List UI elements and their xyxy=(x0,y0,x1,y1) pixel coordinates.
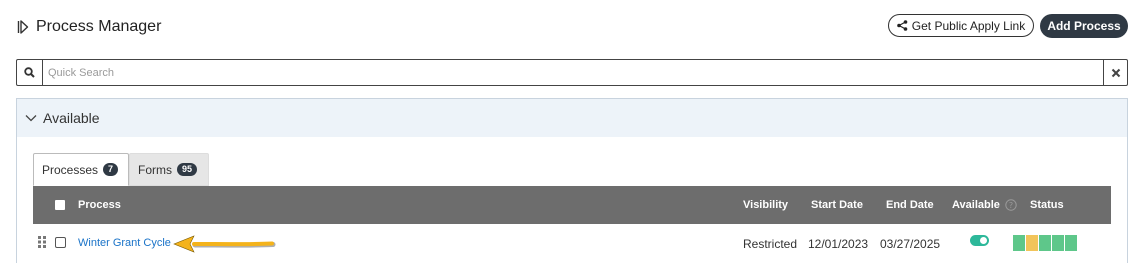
available-panel-title: Available xyxy=(43,110,100,126)
column-header-available[interactable]: Available xyxy=(952,199,1000,211)
row-checkbox[interactable] xyxy=(55,237,66,248)
share-icon xyxy=(896,20,908,31)
column-header-start-date[interactable]: Start Date xyxy=(811,199,863,211)
start-date-value: 12/01/2023 xyxy=(808,237,869,251)
status-segment xyxy=(1026,235,1038,251)
tab-processes[interactable]: Processes 7 xyxy=(33,153,129,186)
forms-count-badge: 95 xyxy=(177,163,198,176)
status-segment xyxy=(1052,235,1064,251)
clear-search-button[interactable] xyxy=(1103,60,1127,85)
search-icon xyxy=(24,67,35,78)
close-icon xyxy=(1111,68,1120,77)
svg-text:?: ? xyxy=(1009,201,1013,210)
page-header: Process Manager Get Public Apply Link Ad… xyxy=(0,0,1140,58)
column-header-end-date[interactable]: End Date xyxy=(886,199,934,211)
get-public-apply-link-label: Get Public Apply Link xyxy=(911,18,1026,33)
process-tabs: Processes 7 Forms 95 xyxy=(33,153,209,186)
quick-search-bar xyxy=(16,59,1128,86)
processes-count-badge: 7 xyxy=(103,163,119,176)
end-date-value: 03/27/2025 xyxy=(880,237,941,251)
quick-search-input[interactable] xyxy=(43,60,1103,85)
search-button[interactable] xyxy=(17,60,43,85)
column-header-status[interactable]: Status xyxy=(1030,199,1064,211)
select-all-checkbox[interactable] xyxy=(55,200,65,210)
status-segment xyxy=(1065,235,1077,251)
table-header: Process Visibility Start Date End Date A… xyxy=(33,186,1111,224)
process-name-link[interactable]: Winter Grant Cycle xyxy=(78,237,171,249)
page-title: Process Manager xyxy=(36,18,162,35)
pointer-arrow-icon xyxy=(173,235,276,253)
tab-forms[interactable]: Forms 95 xyxy=(129,153,209,186)
status-segment xyxy=(1039,235,1051,251)
drag-handle-icon[interactable] xyxy=(38,236,46,248)
visibility-value: Restricted xyxy=(743,237,798,251)
add-process-button[interactable]: Add Process xyxy=(1040,14,1128,38)
status-segment xyxy=(1013,235,1025,251)
status-bar xyxy=(1013,235,1077,251)
column-header-process[interactable]: Process xyxy=(78,199,121,211)
column-header-visibility[interactable]: Visibility xyxy=(743,199,788,211)
help-icon[interactable]: ? xyxy=(1005,199,1017,211)
tab-forms-label: Forms xyxy=(138,162,172,177)
get-public-apply-link-button[interactable]: Get Public Apply Link xyxy=(888,14,1034,37)
tab-processes-label: Processes xyxy=(42,162,99,177)
available-toggle[interactable] xyxy=(970,235,989,246)
chevron-down-icon xyxy=(25,115,37,122)
sidebar-toggle-icon[interactable] xyxy=(17,19,29,35)
available-panel-header[interactable]: Available xyxy=(17,99,1127,137)
